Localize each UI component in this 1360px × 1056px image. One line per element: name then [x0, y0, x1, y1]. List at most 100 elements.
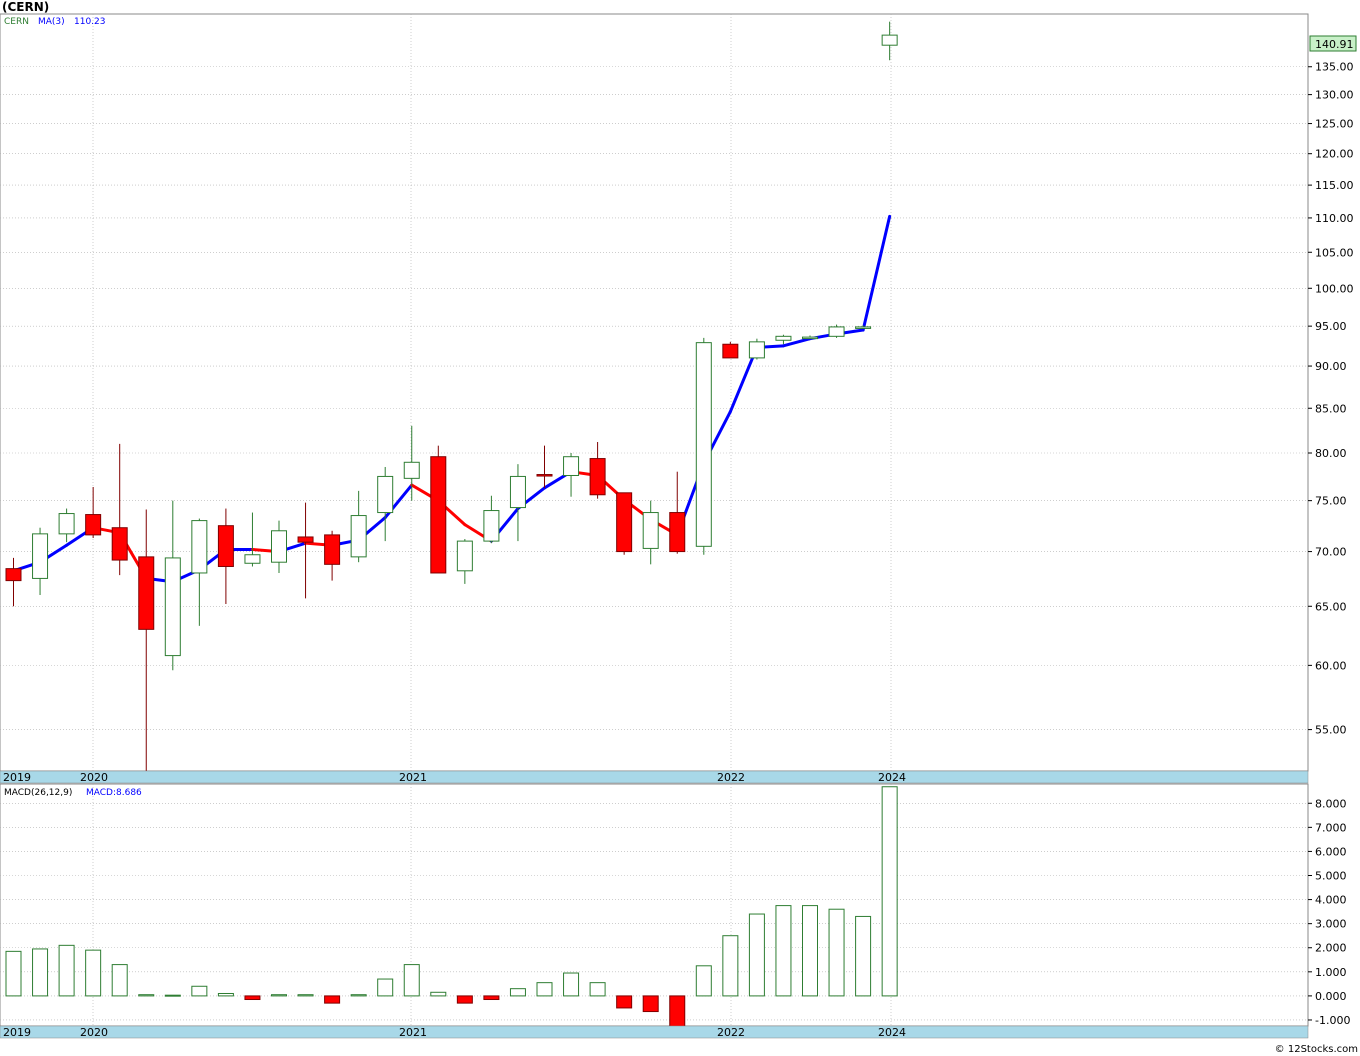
- macd-bar: [695, 965, 712, 997]
- date-label: 2022: [717, 1026, 745, 1039]
- macd-bar: [191, 985, 208, 997]
- macd-legend-label: MACD(26,12,9): [4, 788, 72, 798]
- price-tick-label: 115.00: [1315, 179, 1354, 192]
- macd-bar: [748, 913, 765, 997]
- candle-body: [217, 525, 234, 567]
- date-label: 2019: [3, 771, 31, 784]
- macd-bar: [217, 992, 234, 997]
- date-label: 2021: [399, 771, 427, 784]
- candle-body: [164, 557, 181, 657]
- candle-body: [748, 341, 765, 359]
- price-tick-label: 95.00: [1315, 320, 1347, 333]
- macd-tick-label: 6.000: [1315, 845, 1347, 858]
- price-tick-label: 135.00: [1315, 61, 1354, 74]
- date-axis-bar: [0, 1025, 1309, 1039]
- price-tick-label: 75.00: [1315, 495, 1347, 508]
- candle-body: [403, 461, 420, 479]
- price-tick-label: 105.00: [1315, 246, 1354, 259]
- price-legend-ma-value: 110.23: [74, 17, 106, 27]
- macd-bar: [164, 994, 181, 997]
- price-legend-ma-label: MA(3): [38, 17, 65, 27]
- macd-bar: [350, 994, 367, 997]
- candle-body: [58, 513, 75, 535]
- macd-bar: [403, 964, 420, 997]
- macd-tick-label: -1.000: [1315, 1014, 1350, 1027]
- candle-body: [483, 510, 500, 542]
- date-label: 2020: [80, 1026, 108, 1039]
- macd-bar: [456, 995, 473, 1004]
- candle-body: [509, 475, 526, 509]
- candle-body: [855, 326, 872, 329]
- candle-body: [85, 514, 102, 536]
- macd-tick-label: 1.000: [1315, 966, 1347, 979]
- candle-body: [456, 540, 473, 572]
- macd-tick-label: 3.000: [1315, 918, 1347, 931]
- macd-bar: [271, 994, 287, 997]
- price-tick-label: 70.00: [1315, 546, 1347, 559]
- candle-body: [111, 527, 128, 561]
- stock-chart: (CERN) 135.00 130.00 125.00 120.00 115.00 110…: [0, 0, 1360, 1056]
- macd-bar: [855, 915, 872, 997]
- macd-bar: [616, 995, 633, 1009]
- date-label: 2024: [878, 1026, 906, 1039]
- candle-body: [616, 492, 633, 553]
- macd-bar: [32, 948, 49, 997]
- macd-legend-value: MACD:8.686: [86, 788, 142, 798]
- macd-bar: [802, 905, 818, 997]
- candle-body: [669, 512, 686, 553]
- macd-bar: [642, 995, 659, 1013]
- macd-bar: [297, 994, 314, 997]
- date-label: 2024: [878, 771, 906, 784]
- macd-bar: [828, 908, 845, 997]
- price-tick-label: 80.00: [1315, 447, 1347, 460]
- price-legend-symbol: CERN: [4, 17, 29, 27]
- candle-body: [324, 534, 341, 565]
- macd-bar: [138, 994, 155, 997]
- macd-bar: [430, 991, 447, 997]
- candle-body: [881, 34, 898, 46]
- price-tick-label: 60.00: [1315, 659, 1347, 672]
- candle-body: [271, 530, 287, 563]
- date-label: 2020: [80, 771, 108, 784]
- candle-body: [430, 456, 447, 574]
- credit-text: © 12Stocks.com: [1275, 1044, 1358, 1055]
- candle-body: [536, 474, 553, 477]
- macd-bar: [377, 978, 394, 997]
- candle-body: [377, 475, 394, 514]
- macd-tick-label: 2.000: [1315, 942, 1347, 955]
- date-axis-bar: [0, 770, 1309, 784]
- macd-bar: [881, 786, 898, 997]
- macd-tick-label: 8.000: [1315, 797, 1347, 810]
- candle-body: [138, 556, 155, 630]
- candle-body: [802, 336, 818, 340]
- date-label: 2019: [3, 1026, 31, 1039]
- macd-tick-label: 7.000: [1315, 821, 1347, 834]
- candle-body: [642, 512, 659, 549]
- macd-bar: [536, 982, 553, 997]
- candle-body: [32, 533, 49, 579]
- candle-body: [828, 326, 845, 337]
- candle-body: [350, 515, 367, 558]
- price-tick-label: 65.00: [1315, 600, 1347, 613]
- chart-title: (CERN): [2, 0, 49, 14]
- macd-bar: [563, 972, 580, 997]
- macd-bar: [722, 935, 739, 997]
- candle-body: [695, 342, 712, 547]
- price-tick-label: 90.00: [1315, 360, 1347, 373]
- candle-body: [589, 458, 606, 496]
- macd-bar: [244, 995, 261, 1001]
- candle-body: [722, 343, 739, 359]
- price-tick-label: 125.00: [1315, 118, 1354, 131]
- date-label: 2021: [399, 1026, 427, 1039]
- macd-bar: [58, 944, 75, 997]
- candle-body: [5, 568, 22, 582]
- macd-tick-label: 5.000: [1315, 870, 1347, 883]
- macd-bar: [111, 964, 128, 997]
- macd-bar: [5, 950, 22, 997]
- macd-bar: [669, 995, 686, 1031]
- date-label: 2022: [717, 771, 745, 784]
- price-tick-label: 100.00: [1315, 282, 1354, 295]
- macd-bar: [324, 995, 341, 1004]
- price-tick-label: 55.00: [1315, 724, 1347, 737]
- price-tick-label: 120.00: [1315, 148, 1354, 161]
